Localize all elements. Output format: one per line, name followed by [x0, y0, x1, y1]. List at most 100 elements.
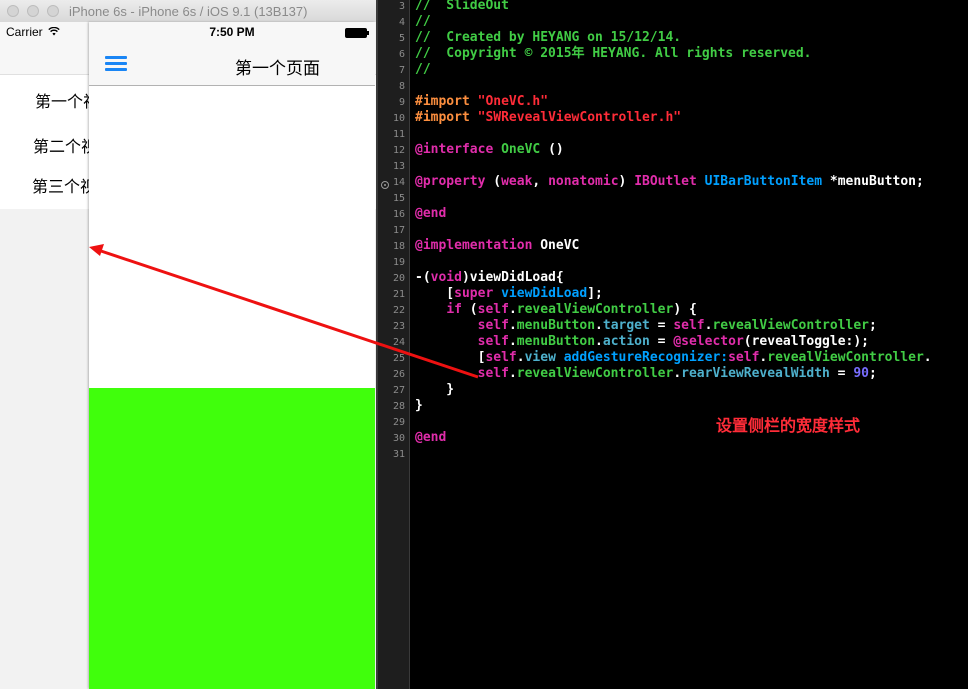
code-token: () — [540, 142, 564, 157]
code-token: . — [923, 350, 932, 365]
code-token: void — [430, 270, 462, 285]
line-number: 21 — [392, 289, 405, 300]
code-token: rearViewRevealWidth — [681, 366, 830, 381]
code-token: = — [649, 334, 674, 349]
code-token: OneVC — [501, 142, 541, 157]
line-number: 18 — [392, 241, 405, 252]
code-token: target — [602, 318, 650, 333]
code-token: revealViewController — [516, 366, 674, 381]
code-token: . — [508, 318, 517, 333]
code-token: super — [454, 286, 494, 301]
line-number: 31 — [392, 449, 405, 460]
line-number: 22 — [392, 305, 405, 316]
line-number: 14 — [392, 177, 405, 188]
code-token: -( — [415, 270, 431, 285]
code-line: [super viewDidLoad]; — [415, 286, 603, 302]
line-number: 28 — [392, 401, 405, 412]
line-number: 25 — [392, 353, 405, 364]
code-token: ]; — [587, 286, 603, 301]
code-token: ( — [485, 174, 502, 189]
code-token: menuButton — [516, 318, 596, 333]
code-token: @property — [415, 174, 486, 189]
code-token: *menuButton; — [822, 174, 924, 189]
code-line: @property (weak, nonatomic) IBOutlet UIB… — [415, 174, 924, 190]
code-token: @selector — [673, 334, 744, 349]
code-token: [ — [415, 350, 486, 365]
minimize-window-button[interactable] — [27, 5, 39, 17]
code-token: } — [415, 398, 423, 413]
code-line: self.menuButton.action = @selector(revea… — [415, 334, 869, 350]
code-line: if (self.revealViewController) { — [415, 302, 696, 318]
code-token: ; — [869, 318, 877, 333]
simulator-title: iPhone 6s - iPhone 6s / iOS 9.1 (13B137) — [69, 4, 308, 19]
line-number: 20 — [392, 273, 405, 284]
code-token: ( — [461, 302, 478, 317]
code-token: nonatomic — [548, 174, 619, 189]
front-status-bar: 7:50 PM — [89, 22, 375, 42]
code-line: // Copyright © 2015年 HEYANG. All rights … — [415, 46, 812, 62]
code-line: self.revealViewController.rearViewReveal… — [415, 366, 877, 382]
line-number: 4 — [398, 17, 405, 28]
simulator-window: iPhone 6s - iPhone 6s / iOS 9.1 (13B137)… — [0, 0, 378, 689]
code-token: . — [595, 318, 603, 333]
menu-item-label: 第二个视 — [33, 137, 98, 156]
code-line: @interface OneVC () — [415, 142, 564, 158]
code-token: ) — [618, 174, 635, 189]
front-view[interactable]: 7:50 PM 第一个页面 — [89, 22, 375, 689]
code-line: @end — [415, 430, 446, 446]
code-token: revealViewController — [516, 302, 674, 317]
wifi-icon — [48, 26, 60, 36]
code-token: // Copyright © 2015年 HEYANG. All rights … — [415, 46, 812, 61]
code-editor[interactable]: // SlideOut//// Created by HEYANG on 15/… — [410, 0, 968, 689]
annotation-text: 设置侧栏的宽度样式 — [716, 416, 861, 435]
line-number: 7 — [398, 65, 405, 76]
code-token: "OneVC.h" — [477, 94, 549, 109]
outlet-connection-icon[interactable] — [381, 181, 389, 189]
code-line: [self.view addGestureRecognizer:self.rev… — [415, 350, 932, 366]
line-number: 10 — [392, 113, 405, 124]
code-token: self — [477, 302, 509, 317]
code-token: viewDidLoad — [501, 286, 588, 301]
carrier-label: Carrier — [6, 25, 60, 39]
close-window-button[interactable] — [7, 5, 19, 17]
code-token: addGestureRecognizer: — [563, 350, 729, 365]
line-number: 16 — [392, 209, 405, 220]
code-token: )viewDidLoad{ — [461, 270, 564, 285]
code-token: OneVC — [532, 238, 580, 253]
code-line: @implementation OneVC — [415, 238, 579, 254]
hamburger-menu-icon[interactable] — [105, 56, 127, 72]
line-number: 17 — [392, 225, 405, 236]
line-number: 12 — [392, 145, 405, 156]
code-token: self — [477, 318, 509, 333]
code-token: weak — [501, 174, 533, 189]
code-line: @end — [415, 206, 446, 222]
code-token: "SWRevealViewController.h" — [477, 110, 682, 125]
line-number: 19 — [392, 257, 405, 268]
line-number: 23 — [392, 321, 405, 332]
code-token: revealViewController — [767, 350, 924, 365]
code-line: // — [415, 14, 431, 30]
code-token: // — [415, 62, 431, 77]
code-token: // SlideOut — [415, 0, 509, 13]
code-token: UIBarButtonItem — [704, 174, 823, 189]
code-token: . — [595, 334, 603, 349]
code-line: } — [415, 398, 423, 414]
code-token: #import — [415, 94, 478, 109]
code-token: #import — [415, 110, 478, 125]
simulator-title-bar: iPhone 6s - iPhone 6s / iOS 9.1 (13B137) — [0, 0, 378, 23]
code-token: if — [446, 302, 462, 317]
zoom-window-button[interactable] — [47, 5, 59, 17]
line-number: 11 — [392, 129, 405, 140]
code-token: [ — [415, 286, 455, 301]
line-number: 24 — [392, 337, 405, 348]
code-token: ; — [869, 366, 877, 381]
code-token: @end — [415, 206, 447, 221]
code-line: self.menuButton.target = self.revealView… — [415, 318, 877, 334]
